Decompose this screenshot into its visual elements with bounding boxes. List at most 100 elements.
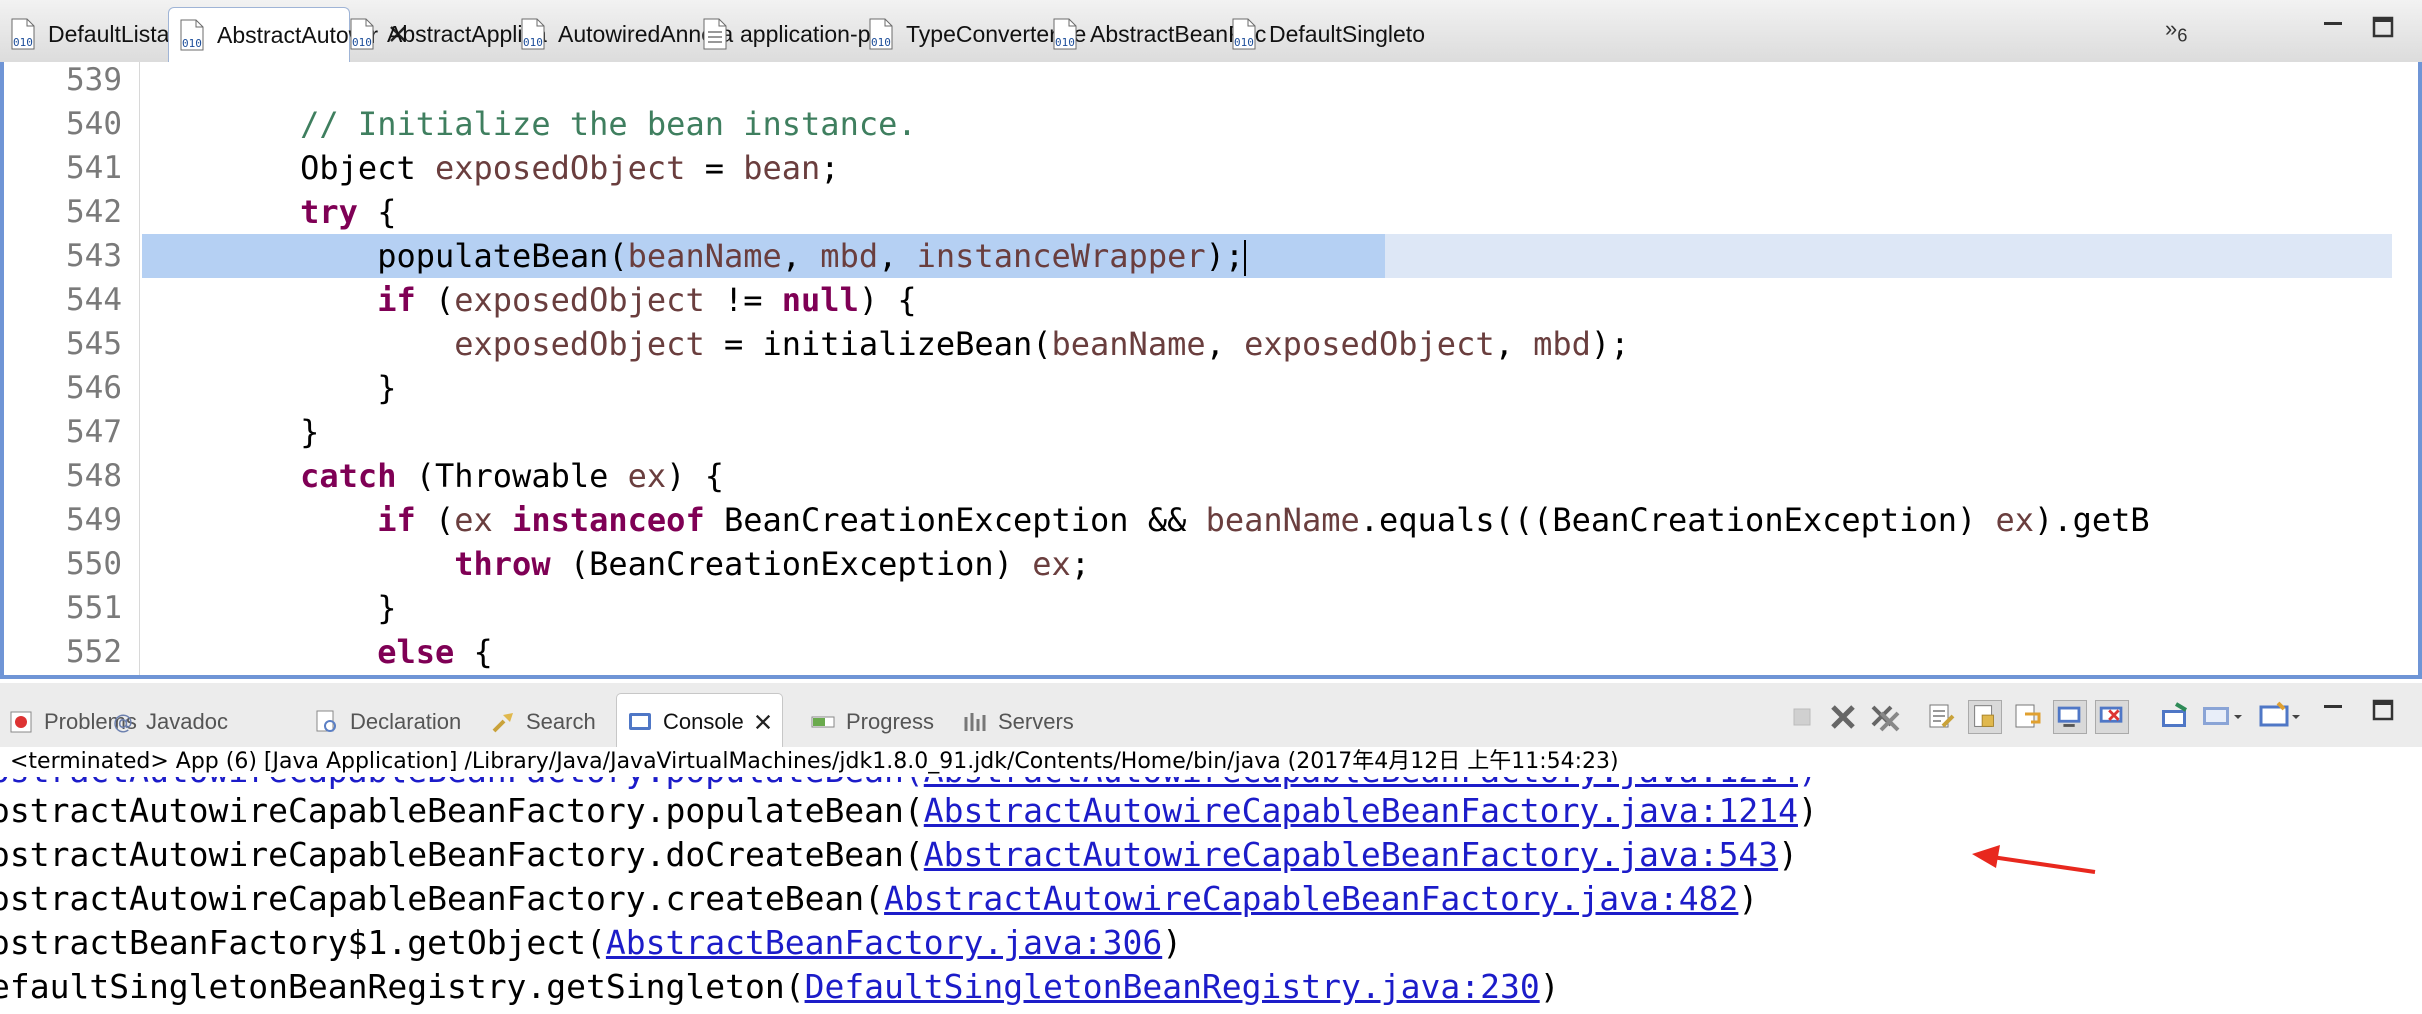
java-class-file-icon: 010 xyxy=(8,17,38,51)
tabs-overflow-count: 6 xyxy=(2177,24,2188,46)
stack-frame-link[interactable]: AbstractAutowireCapableBeanFactory.java:… xyxy=(884,879,1738,918)
code-text: else { xyxy=(377,633,493,671)
svg-text:010: 010 xyxy=(182,37,202,50)
search-flashlight-icon xyxy=(490,709,516,735)
close-icon[interactable] xyxy=(754,707,772,737)
line-number: 548 xyxy=(66,458,122,494)
code-text: try { xyxy=(300,193,397,231)
code-line: 549 if (ex instanceof BeanCreationExcept… xyxy=(4,498,2418,542)
line-number: 550 xyxy=(66,546,122,582)
tab-javadoc[interactable]: @ Javadoc xyxy=(110,697,228,747)
code-line: 547 } xyxy=(4,410,2418,454)
code-line: 545 exposedObject = initializeBean(beanN… xyxy=(4,322,2418,366)
svg-text:010: 010 xyxy=(13,36,33,49)
terminate-icon[interactable] xyxy=(1785,700,1819,734)
java-class-file-icon: 010 xyxy=(177,18,207,52)
code-line: 548 catch (Throwable ex) { xyxy=(4,454,2418,498)
line-number: 539 xyxy=(66,62,122,98)
word-wrap-icon[interactable] xyxy=(2011,700,2045,734)
show-on-stderr-icon[interactable] xyxy=(2095,700,2129,734)
maximize-icon[interactable] xyxy=(2370,697,2404,731)
editor-tab-bar: 010 DefaultListable 010 AbstractAutowir … xyxy=(0,0,2422,63)
line-number: 541 xyxy=(66,150,122,186)
tab-label: Progress xyxy=(846,709,935,734)
code-text: } xyxy=(146,369,397,407)
stack-frame-link[interactable]: AbstractAutowireCapableBeanFactory.java:… xyxy=(924,835,1778,874)
console-status-line: <terminated> App (6) [Java Application] … xyxy=(0,747,2422,777)
red-arrow-annotation xyxy=(1970,840,2100,885)
svg-text:010: 010 xyxy=(1234,36,1254,49)
svg-text:010: 010 xyxy=(871,36,891,49)
minimize-icon[interactable] xyxy=(2320,14,2346,40)
scroll-lock-icon[interactable] xyxy=(1968,700,2002,734)
minimize-icon[interactable] xyxy=(2320,697,2354,731)
remove-all-terminated-icon[interactable] xyxy=(1868,700,1902,734)
open-console-icon[interactable] xyxy=(2258,700,2300,734)
console-line: ostractAutowireCapableBeanFactory.popula… xyxy=(0,789,1818,833)
tab-label: Declaration xyxy=(350,709,462,734)
problems-icon xyxy=(8,709,34,735)
tab-search[interactable]: Search xyxy=(490,697,596,747)
show-on-stdout-icon[interactable] xyxy=(2053,700,2087,734)
code-editor[interactable]: 539 540 // Initialize the bean instance.… xyxy=(0,62,2422,679)
tab-console[interactable]: Console xyxy=(616,693,783,750)
stack-frame-close: ) xyxy=(1797,791,1818,830)
line-number: 540 xyxy=(66,106,122,142)
console-output[interactable]: ostractAutowireCapableBeanFactory.popula… xyxy=(0,777,2422,1014)
stack-frame-method: ostractAutowireCapableBeanFactory.create… xyxy=(0,879,885,918)
tab-label: Search xyxy=(526,709,596,734)
tabs-overflow-symbol: » xyxy=(2165,16,2178,41)
editor-tab-abstractapplica[interactable]: 010 AbstractApplica xyxy=(347,8,547,60)
code-text: if (ex instanceof BeanCreationException … xyxy=(377,501,2150,539)
line-number: 549 xyxy=(66,502,122,538)
servers-icon xyxy=(962,709,988,735)
java-class-file-icon: 010 xyxy=(1050,17,1080,51)
editor-tab-application-pro[interactable]: application-pro xyxy=(700,8,891,60)
console-icon xyxy=(627,709,653,735)
line-number: 543 xyxy=(66,238,122,274)
javadoc-at-icon: @ xyxy=(110,709,136,735)
code-text: populateBean(beanName, mbd, instanceWrap… xyxy=(146,237,1247,276)
java-class-file-icon: 010 xyxy=(347,17,377,51)
text-cursor xyxy=(1244,240,1247,276)
java-class-file-icon: 010 xyxy=(1229,17,1259,51)
stack-frame-link[interactable]: DefaultSingletonBeanRegistry.java:230 xyxy=(805,967,1540,1006)
display-selected-console-icon[interactable] xyxy=(2200,700,2242,734)
stack-frame-close: ) xyxy=(1778,835,1798,874)
tab-servers[interactable]: Servers xyxy=(962,697,1074,747)
line-number: 542 xyxy=(66,194,122,230)
pin-console-icon[interactable] xyxy=(2158,700,2192,734)
java-class-file-icon: 010 xyxy=(866,17,896,51)
console-line: ostractBeanFactory$1.getObject(AbstractB… xyxy=(0,921,1182,965)
tabs-overflow-button[interactable]: »6 xyxy=(2165,16,2187,46)
clear-console-icon[interactable] xyxy=(1925,700,1959,734)
code-line: 544 if (exposedObject != null) { xyxy=(4,278,2418,322)
code-text: Object exposedObject = bean; xyxy=(146,149,840,187)
properties-file-icon xyxy=(700,17,730,51)
stack-frame-method: ostractAutowireCapableBeanFactory.doCrea… xyxy=(0,835,924,874)
line-number: 546 xyxy=(66,370,122,406)
code-text: throw (BeanCreationException) ex; xyxy=(454,545,1091,583)
tab-progress[interactable]: Progress xyxy=(810,697,934,747)
console-line: ostractAutowireCapableBeanFactory.doCrea… xyxy=(0,833,1798,877)
stack-frame-link[interactable]: AbstractAutowireCapableBeanFactory.java:… xyxy=(924,791,1798,830)
stack-frame-method: efaultSingletonBeanRegistry.getSingleton… xyxy=(0,967,805,1006)
code-text: } xyxy=(146,413,320,451)
editor-tab-label: DefaultSingleto xyxy=(1269,20,1425,47)
svg-text:010: 010 xyxy=(523,36,543,49)
tab-declaration[interactable]: Declaration xyxy=(314,697,461,747)
stack-frame-method: ostractAutowireCapableBeanFactory.popula… xyxy=(0,791,924,830)
code-line: 546 } xyxy=(4,366,2418,410)
progress-icon xyxy=(810,709,836,735)
code-line: 542 try { xyxy=(4,190,2418,234)
remove-launch-icon[interactable] xyxy=(1826,700,1860,734)
code-text: catch (Throwable ex) { xyxy=(300,457,724,495)
line-number: 552 xyxy=(66,634,122,670)
editor-tab-abstractautowir[interactable]: 010 AbstractAutowir xyxy=(168,7,406,62)
code-text: // Initialize the bean instance. xyxy=(300,105,917,143)
line-number: 545 xyxy=(66,326,122,362)
line-number: 551 xyxy=(66,590,122,626)
maximize-icon[interactable] xyxy=(2370,14,2396,40)
stack-frame-link[interactable]: AbstractBeanFactory.java:306 xyxy=(606,923,1162,962)
editor-tab-defaultsingleto[interactable]: 010 DefaultSingleto xyxy=(1229,8,1425,60)
